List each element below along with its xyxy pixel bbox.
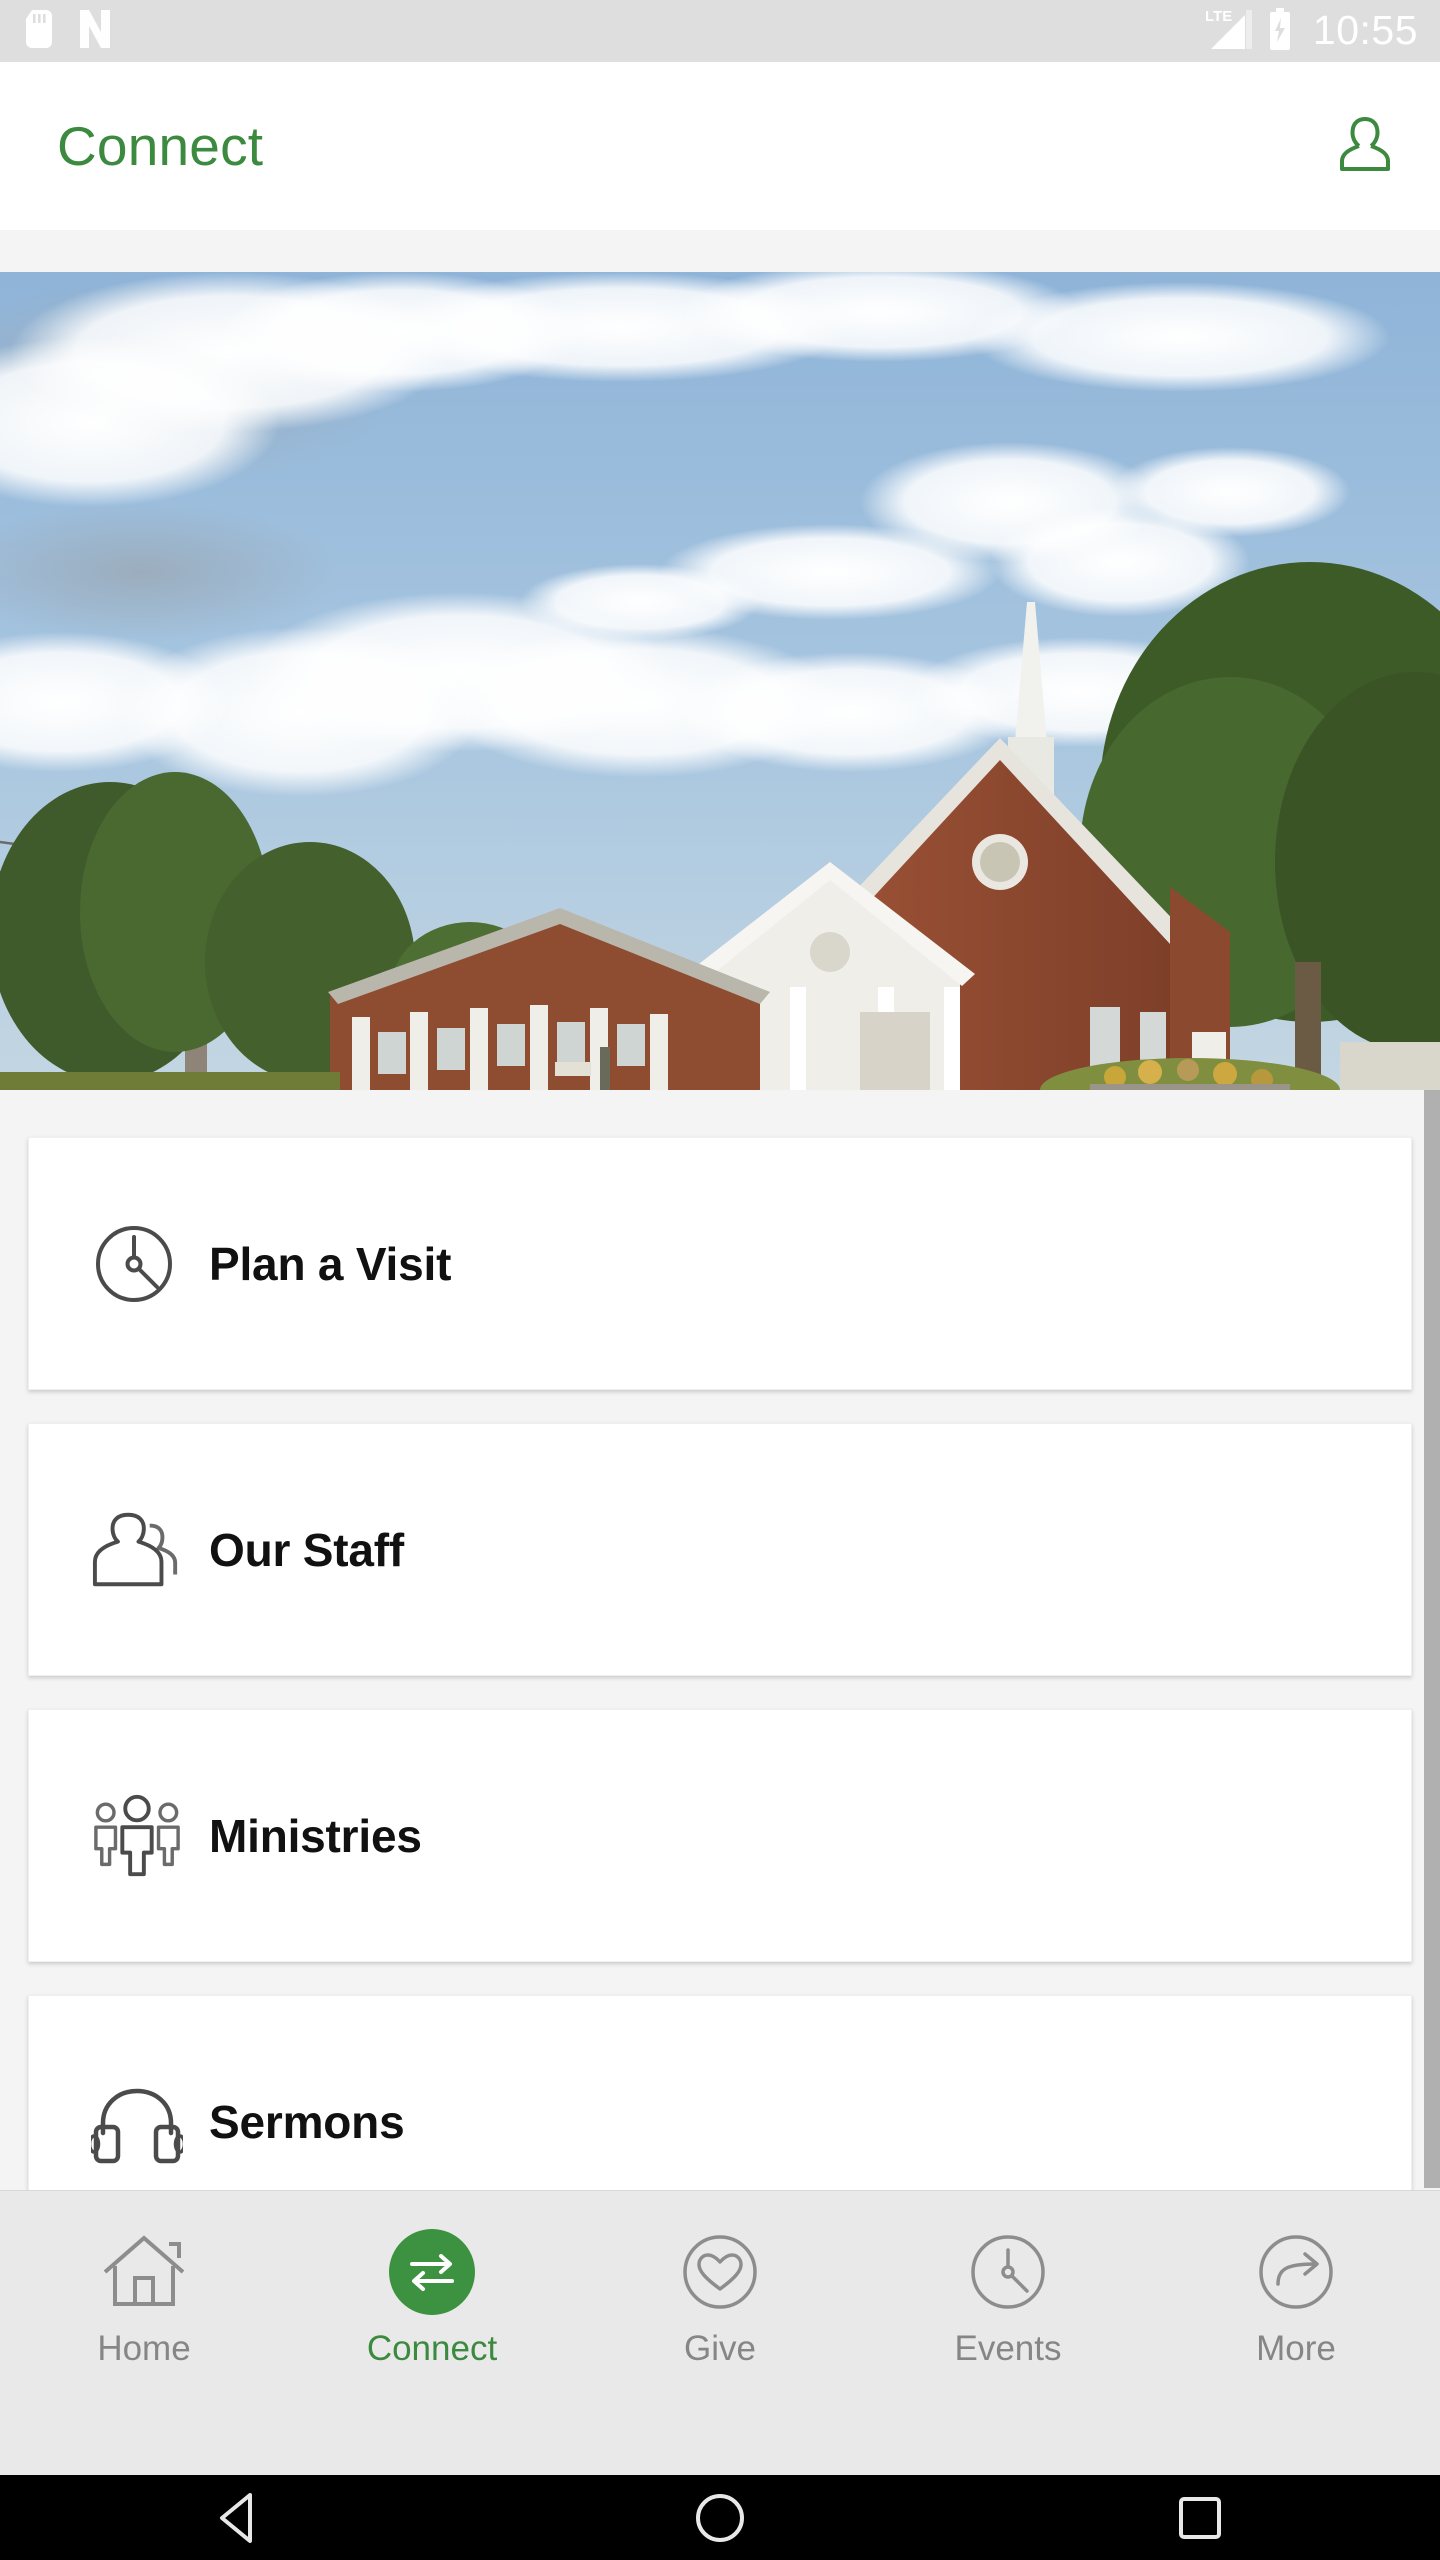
status-bar-clock: 10:55	[1312, 6, 1418, 53]
list-item-label: Our Staff	[209, 1523, 404, 1576]
status-bar: LTE 10:55	[0, 0, 1440, 62]
tab-events[interactable]: Events	[864, 2191, 1152, 2475]
profile-person-icon[interactable]	[1332, 111, 1398, 182]
two-people-icon	[91, 1507, 183, 1593]
bottom-tab-bar: Home Connect Give Events More	[0, 2190, 1440, 2475]
tab-label: Events	[954, 2329, 1062, 2368]
home-circle-icon[interactable]	[480, 2492, 960, 2544]
svg-text:LTE: LTE	[1205, 8, 1232, 25]
sd-card-icon	[26, 9, 52, 53]
list-item-label: Plan a Visit	[209, 1237, 452, 1290]
headphones-icon	[91, 2079, 183, 2165]
tab-label: Connect	[366, 2329, 498, 2368]
list-item-label: Sermons	[209, 2095, 405, 2148]
clock-icon	[91, 1221, 183, 1307]
app-bar: Connect	[0, 62, 1440, 230]
status-bar-right-icons: LTE 10:55	[1205, 6, 1418, 55]
list-item-sermons[interactable]: Sermons	[28, 1995, 1412, 2190]
clock-circle-icon	[965, 2225, 1051, 2319]
vertical-scrollbar[interactable]	[1424, 1090, 1440, 2188]
status-bar-left-icons	[26, 9, 112, 53]
three-people-group-icon	[91, 1793, 183, 1879]
tab-label: More	[1256, 2329, 1336, 2368]
heart-circle-icon	[677, 2225, 763, 2319]
arrow-right-circle-icon	[1253, 2225, 1339, 2319]
lte-signal-icon: LTE	[1205, 8, 1253, 55]
back-triangle-icon[interactable]	[0, 2492, 480, 2544]
hero-image	[0, 272, 1440, 1090]
list-item-label: Ministries	[209, 1809, 422, 1862]
system-navigation-bar	[0, 2475, 1440, 2560]
nfc-n-icon	[78, 9, 112, 53]
tab-more[interactable]: More	[1152, 2191, 1440, 2475]
active-tab-badge	[389, 2229, 475, 2315]
recents-square-icon[interactable]	[960, 2494, 1440, 2542]
connect-menu-list: Plan a Visit Our Staff Ministries Sermon…	[0, 1090, 1440, 2190]
tab-connect[interactable]: Connect	[288, 2191, 576, 2475]
tab-label: Give	[684, 2329, 756, 2368]
tab-home[interactable]: Home	[0, 2191, 288, 2475]
list-item-plan-a-visit[interactable]: Plan a Visit	[28, 1137, 1412, 1390]
app-bar-actions	[1332, 111, 1398, 182]
tab-give[interactable]: Give	[576, 2191, 864, 2475]
battery-charging-icon	[1267, 7, 1293, 55]
exchange-arrows-icon	[389, 2225, 475, 2319]
page-title: Connect	[57, 114, 264, 177]
list-item-ministries[interactable]: Ministries	[28, 1709, 1412, 1962]
tab-label: Home	[97, 2329, 191, 2368]
list-item-our-staff[interactable]: Our Staff	[28, 1423, 1412, 1676]
house-icon	[99, 2225, 189, 2319]
church-photo	[0, 272, 1440, 1090]
